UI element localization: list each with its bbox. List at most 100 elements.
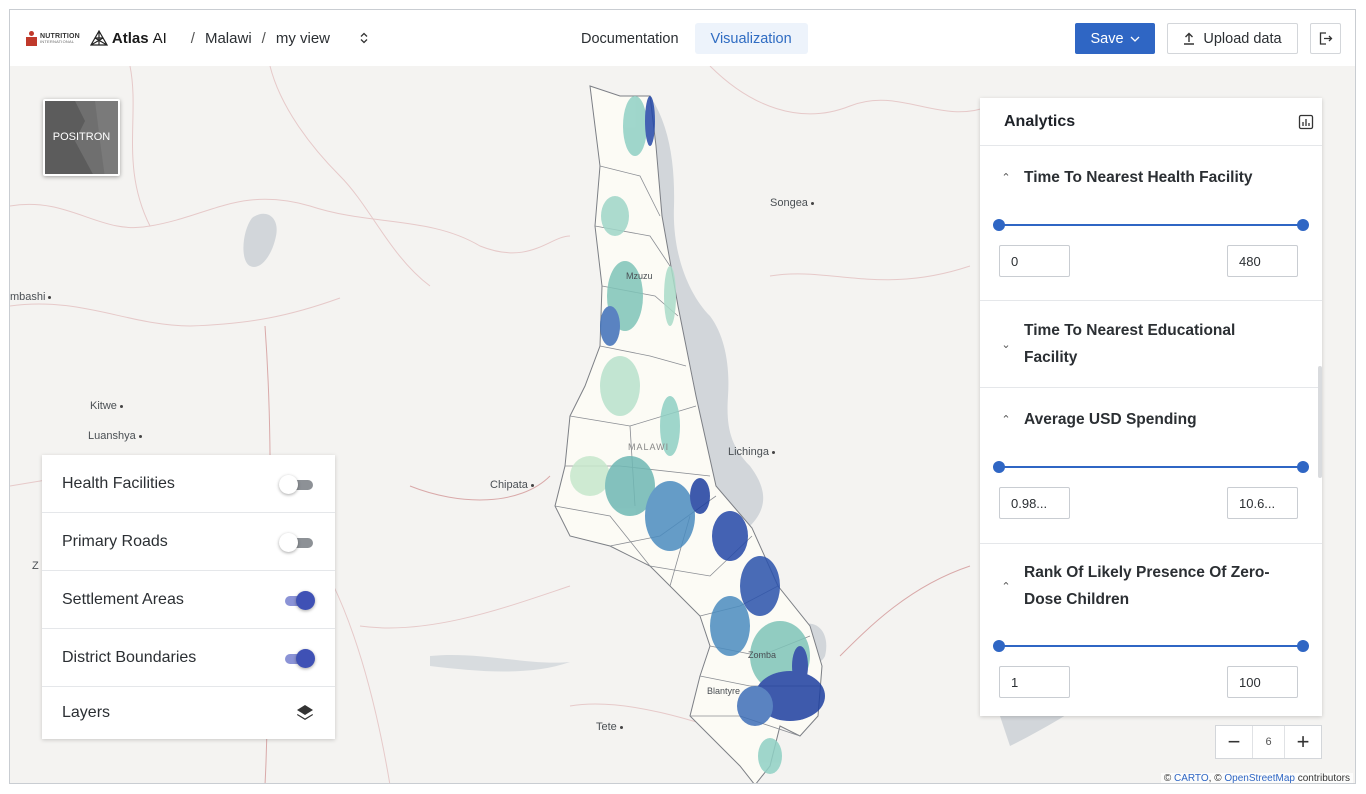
max-value-input[interactable]: 10.6... <box>1227 487 1298 519</box>
filter-section-health-facility: ⌃ Time To Nearest Health Facility 0 480 <box>980 146 1322 301</box>
section-title-cont: Dose Children <box>1024 591 1130 608</box>
nutrition-logo-mark-icon <box>26 30 37 46</box>
basemap-switcher[interactable]: POSITRON <box>43 99 120 176</box>
attribution-prefix: © <box>1163 773 1172 784</box>
district-boundaries-toggle[interactable] <box>279 647 315 669</box>
logout-button[interactable] <box>1310 23 1341 54</box>
layers-panel: Health Facilities Primary Roads Settleme… <box>42 455 335 739</box>
section-title-cont: Facility <box>1024 349 1078 366</box>
osm-link[interactable]: OpenStreetMap <box>1224 773 1295 783</box>
chevron-up-icon: ⌃ <box>1001 172 1011 184</box>
map-attribution: © CARTO, © OpenStreetMap contributors <box>1160 773 1353 784</box>
brand[interactable]: NUTRITION INTERNATIONAL Atlas AI <box>26 30 167 47</box>
chevron-up-icon: ⌃ <box>1001 580 1011 593</box>
filter-section-educational-facility: ⌄ Time To Nearest Educational Facility <box>980 301 1322 388</box>
chart-widget-icon[interactable] <box>1298 114 1314 130</box>
layer-row-health-facilities[interactable]: Health Facilities <box>42 455 335 513</box>
layers-footer[interactable]: Layers <box>42 687 335 739</box>
analytics-header: Analytics <box>980 98 1322 146</box>
logout-icon <box>1319 32 1332 45</box>
zoom-control: − 6 + <box>1215 725 1322 759</box>
settlement-areas-toggle[interactable] <box>279 589 315 611</box>
layer-label: Settlement Areas <box>62 590 184 608</box>
upload-icon <box>1184 32 1195 45</box>
slider-handle-max[interactable] <box>1297 461 1309 473</box>
layer-row-primary-roads[interactable]: Primary Roads <box>42 513 335 571</box>
nav-tabs: Documentation Visualization <box>565 23 808 54</box>
chevron-down-icon <box>1130 36 1139 42</box>
layer-label: Primary Roads <box>62 532 168 550</box>
section-title: Time To Nearest Educational <box>1024 322 1236 339</box>
layers-icon <box>297 705 313 720</box>
atlas-ai-logo: Atlas AI <box>89 29 167 47</box>
min-value-input[interactable]: 0.98... <box>999 487 1070 519</box>
place-label-luanshya: Luanshya <box>88 430 142 442</box>
layer-row-district-boundaries[interactable]: District Boundaries <box>42 629 335 687</box>
min-value-input[interactable]: 1 <box>999 666 1070 698</box>
basemap-label: POSITRON <box>52 131 111 143</box>
upload-button-label: Upload data <box>1203 30 1282 47</box>
section-header[interactable]: ⌃ Rank Of Likely Presence Of Zero- Dose … <box>980 559 1322 613</box>
zoom-level: 6 <box>1252 726 1285 758</box>
place-label-malawi: MALAWI <box>628 442 670 452</box>
layer-label: Health Facilities <box>62 474 175 492</box>
attribution-sep: , © <box>1208 773 1222 784</box>
atlas-mark-icon <box>89 30 108 46</box>
section-title: Rank Of Likely Presence Of Zero- <box>1024 564 1270 581</box>
section-header[interactable]: ⌃ Average USD Spending <box>980 406 1322 433</box>
slider-handle-max[interactable] <box>1297 640 1309 652</box>
filter-section-usd-spending: ⌃ Average USD Spending 0.98... 10.6... <box>980 388 1322 544</box>
place-label-kitwe: Kitwe <box>90 400 123 412</box>
place-label-mzuzu: Mzuzu <box>626 271 653 281</box>
slider-handle-min[interactable] <box>993 461 1005 473</box>
chevron-up-icon: ⌃ <box>1001 414 1011 426</box>
section-title: Average USD Spending <box>1024 411 1197 428</box>
place-label-songea: Songea <box>770 197 814 209</box>
zoom-out-button[interactable]: − <box>1216 726 1252 758</box>
save-button[interactable]: Save <box>1075 23 1155 54</box>
place-label-blantyre: Blantyre <box>707 686 741 696</box>
breadcrumb-view[interactable]: my view <box>276 30 330 47</box>
nutrition-international-logo: NUTRITION INTERNATIONAL <box>26 30 80 46</box>
filter-section-zero-dose: ⌃ Rank Of Likely Presence Of Zero- Dose … <box>980 544 1322 716</box>
range-slider[interactable] <box>993 640 1309 652</box>
max-value-input[interactable]: 480 <box>1227 245 1298 277</box>
min-value-input[interactable]: 0 <box>999 245 1070 277</box>
place-label-lichinga: Lichinga <box>728 446 775 458</box>
analytics-scrollbar[interactable] <box>1318 366 1322 478</box>
slider-handle-max[interactable] <box>1297 219 1309 231</box>
breadcrumb-country[interactable]: Malawi <box>205 30 252 47</box>
chevron-down-icon: ⌄ <box>1001 338 1011 351</box>
section-header[interactable]: ⌄ Time To Nearest Educational Facility <box>980 317 1322 371</box>
zoom-in-button[interactable]: + <box>1285 726 1321 758</box>
tab-documentation[interactable]: Documentation <box>565 23 695 54</box>
carto-link[interactable]: CARTO <box>1174 773 1209 783</box>
slider-handle-min[interactable] <box>993 219 1005 231</box>
brand-suffix: AI <box>152 29 167 47</box>
layers-footer-label: Layers <box>62 704 111 721</box>
layer-label: District Boundaries <box>62 648 197 666</box>
range-slider[interactable] <box>993 461 1309 473</box>
upload-data-button[interactable]: Upload data <box>1167 23 1298 54</box>
map-canvas[interactable]: Songea mbashi Kitwe Luanshya Chipata Lic… <box>10 66 1355 784</box>
place-label-zomba: Zomba <box>748 650 777 660</box>
primary-roads-toggle[interactable] <box>279 531 315 553</box>
place-label-tete: Tete <box>596 721 623 733</box>
section-title: Time To Nearest Health Facility <box>1024 169 1253 186</box>
breadcrumb-separator: / <box>261 29 266 47</box>
slider-handle-min[interactable] <box>993 640 1005 652</box>
tab-visualization[interactable]: Visualization <box>694 23 808 54</box>
health-facilities-toggle[interactable] <box>279 473 315 495</box>
header-actions: Save Upload data <box>1075 23 1341 54</box>
range-slider[interactable] <box>993 219 1309 231</box>
max-value-input[interactable]: 100 <box>1227 666 1298 698</box>
section-header[interactable]: ⌃ Time To Nearest Health Facility <box>980 164 1322 191</box>
place-label-chipata: Chipata <box>490 479 534 491</box>
attribution-suffix: contributors <box>1297 773 1350 784</box>
breadcrumb: / Malawi / my view <box>181 30 368 47</box>
app-window: NUTRITION INTERNATIONAL Atlas AI / Malawi… <box>9 9 1356 784</box>
updown-chevron-icon[interactable] <box>360 32 368 44</box>
place-label-partial: Z <box>32 560 39 572</box>
layer-row-settlement-areas[interactable]: Settlement Areas <box>42 571 335 629</box>
top-bar: NUTRITION INTERNATIONAL Atlas AI / Malawi… <box>10 10 1355 66</box>
